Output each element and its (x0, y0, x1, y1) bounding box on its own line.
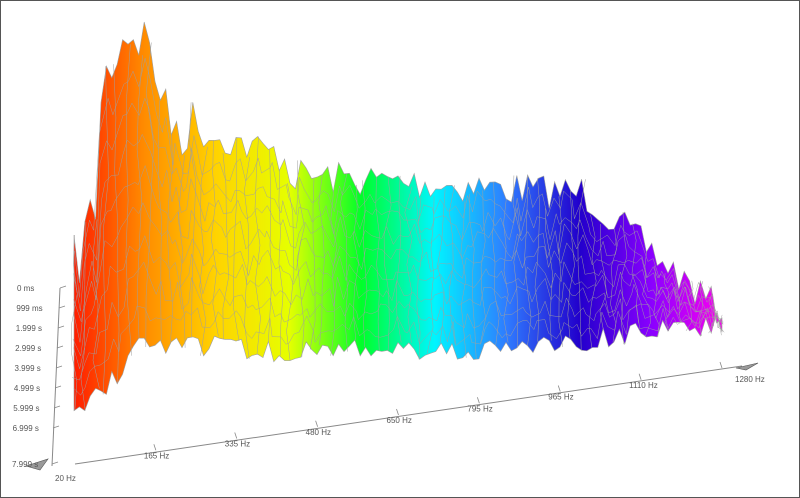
x-tick-label: 650 Hz (387, 416, 412, 425)
z-axis-line (51, 287, 61, 467)
z-tick-mark (59, 285, 67, 289)
x-tick-mark (153, 444, 157, 451)
x-tick-label: 795 Hz (467, 404, 492, 413)
x-tick-label: 335 Hz (225, 440, 250, 449)
z-tick-mark (57, 325, 65, 329)
x-tick-label: 165 Hz (144, 451, 169, 460)
z-tick-label: 999 ms (16, 304, 42, 313)
spectrum-surface (73, 21, 723, 412)
waterfall-chart: 20 Hz 165 Hz 335 Hz 480 Hz 650 Hz 795 Hz 965 H… (12, 21, 765, 483)
z-tick-label: 5.999 s (13, 404, 39, 413)
z-tick-mark (51, 461, 59, 465)
z-tick-mark (58, 305, 66, 309)
z-tick-label: 6.999 s (13, 424, 39, 433)
z-tick-mark (56, 345, 64, 349)
x-tick-mark (719, 361, 723, 369)
z-tick-label: 7.999 s (12, 460, 38, 469)
x-tick-mark (234, 432, 238, 439)
spectrum-surface-fill (73, 21, 723, 412)
z-axis-ticks: 0 ms 999 ms 1.999 s 2.999 s 3.999 s 4.999 s 5.… (12, 284, 67, 469)
x-axis-ticks: 20 Hz 165 Hz 335 Hz 480 Hz 650 Hz 795 Hz 965 H… (55, 361, 765, 483)
z-tick-label: 4.999 s (14, 384, 40, 393)
x-tick-label: 965 Hz (548, 393, 573, 402)
z-tick-label: 2.999 s (15, 344, 41, 353)
z-tick-label: 3.999 s (15, 364, 41, 373)
x-tick-label: 480 Hz (306, 428, 331, 437)
x-tick-mark (476, 397, 480, 404)
x-tick-label: 1280 Hz (735, 375, 765, 384)
z-tick-label: 1.999 s (16, 324, 42, 333)
x-tick-label: 20 Hz (55, 474, 76, 483)
x-tick-mark (396, 408, 399, 416)
x-tick-mark (315, 420, 319, 427)
x-tick-mark (638, 373, 642, 380)
x-tick-label: 1110 Hz (629, 381, 658, 390)
x-tick-mark (557, 385, 561, 392)
z-tick-label: 0 ms (17, 284, 34, 293)
